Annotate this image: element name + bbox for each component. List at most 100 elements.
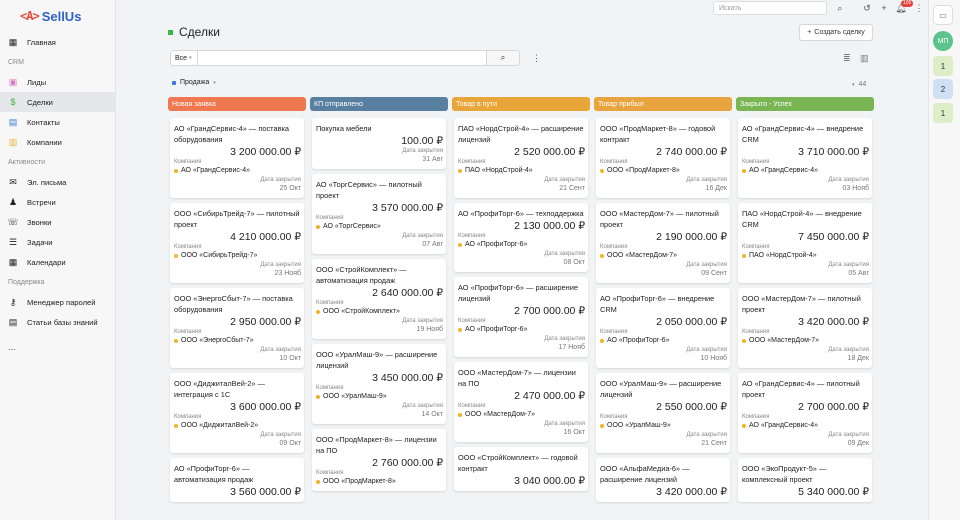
deal-company[interactable]: АО «ГрандСервис-4» [742, 166, 869, 176]
deal-company[interactable]: ООО «ДиджиталВей-2» [174, 421, 301, 431]
deal-card[interactable]: ООО «МастерДом-7» — лицензии на ПО 2 470 … [454, 362, 588, 442]
deal-company[interactable]: АО «ТоргСервис» [316, 222, 443, 232]
rail-counter-1[interactable]: 1 [933, 56, 953, 76]
deal-card[interactable]: АО «ГрандСервис-4» — внедрение CRM 3 710 … [738, 118, 872, 198]
deal-company[interactable]: ООО «УралМаш-9» [600, 421, 727, 431]
deal-company[interactable]: АО «ГрандСервис-4» [174, 166, 301, 176]
deal-card[interactable]: ООО «УралМаш-9» — расширение лицензий 2 5… [596, 373, 730, 453]
sidebar-item-leads[interactable]: ▣ Лиды [0, 72, 115, 92]
column-header[interactable]: КП отправлено [310, 97, 448, 111]
close-date-label: Дата закрытия [686, 347, 727, 353]
deal-card[interactable]: ПАО «НордСтрой-4» — расширение лицензий 2… [454, 118, 588, 198]
deal-card[interactable]: ООО «СтройКомплект» — годовой контракт 3 … [454, 447, 588, 491]
deal-card[interactable]: ООО «ДиджиталВей-2» — интеграция с 1С 3 6… [170, 373, 304, 453]
company-label: Компания [458, 159, 486, 165]
close-date-label: Дата закрытия [260, 432, 301, 438]
deal-card[interactable]: ООО «ЭкоПродукт-5» — комплексный проект 5… [738, 458, 872, 502]
close-date: 21 Сент [701, 440, 727, 447]
deal-card[interactable]: ООО «МастерДом-7» — пилотный проект 3 420… [738, 288, 872, 368]
company-name: ПАО «НордСтрой-4» [749, 252, 817, 259]
user-menu-icon[interactable]: ⋮ [913, 2, 925, 14]
filter-search-button[interactable]: ⌕ [486, 50, 520, 66]
deal-amount: 2 050 000.00 ₽ [656, 316, 727, 328]
bell-icon[interactable]: 🔔︎ 105 [895, 0, 914, 14]
deal-company[interactable]: ООО «ПродМаркет-8» [600, 166, 727, 176]
sidebar-more-button[interactable]: ... [0, 342, 115, 358]
deal-company[interactable]: АО «ПрофиТорг-6» [458, 240, 585, 250]
deal-card[interactable]: ООО «МастерДом-7» — пилотный проект 2 190… [596, 203, 730, 283]
sidebar-item-calendar[interactable]: ▦ Календари [0, 252, 115, 272]
deal-card[interactable]: АО «ПрофиТорг-6» — внедрение CRM 2 050 00… [596, 288, 730, 368]
avatar[interactable]: МП [933, 31, 953, 51]
more-options-icon[interactable]: ⋮ [532, 53, 541, 64]
column-header[interactable]: Товар прибыл [594, 97, 732, 111]
deal-company[interactable]: ООО «МастерДом-7» [458, 410, 585, 420]
pipeline-selector[interactable]: Продажа ▾ [172, 79, 216, 86]
deal-card[interactable]: ООО «ЭнергоСбыт-7» — поставка оборудован… [170, 288, 304, 368]
sidebar-item-companies[interactable]: ▥ Компании [0, 132, 115, 152]
deal-card[interactable]: АО «ТоргСервис» — пилотный проект 3 570 0… [312, 174, 446, 254]
deal-company[interactable]: АО «ПрофиТорг-6» [600, 336, 727, 346]
column-header[interactable]: Товар в пути [452, 97, 590, 111]
plus-icon[interactable]: + [878, 2, 890, 14]
deal-company[interactable]: ООО «ПродМаркет-8» [316, 477, 443, 487]
create-deal-button[interactable]: + Создать сделку [799, 24, 873, 41]
logo[interactable]: <A> SellUs [0, 0, 115, 32]
deal-card[interactable]: ООО «СтройКомплект» — автоматизация прод… [312, 259, 446, 339]
deal-card[interactable]: АО «ПрофиТорг-6» — автоматизация продаж 3… [170, 458, 304, 502]
sidebar-item-dollar[interactable]: $ Сделки [0, 92, 115, 112]
global-search-input[interactable]: Искать [713, 1, 827, 15]
deal-company[interactable]: АО «ПрофиТорг-6» [458, 325, 585, 335]
deal-company[interactable]: ООО «ЭнергоСбыт-7» [174, 336, 301, 346]
deal-company[interactable]: ООО «МастерДом-7» [600, 251, 727, 261]
company-label: Компания [458, 233, 486, 239]
deal-card[interactable]: АО «ГрандСервис-4» — поставка оборудован… [170, 118, 304, 198]
deal-card[interactable]: АО «ПрофиТорг-6» — расширение лицензий 2 … [454, 277, 588, 357]
deal-amount: 2 190 000.00 ₽ [656, 231, 727, 243]
filter-select[interactable]: Все ▾ [170, 50, 198, 66]
sidebar-item-label: Встречи [27, 197, 56, 207]
sidebar-item-key[interactable]: ⚷ Менеджер паролей [0, 292, 115, 312]
deal-company[interactable]: ПАО «НордСтрой-4» [742, 251, 869, 261]
sidebar-item-tasks[interactable]: ☰ Задачи [0, 232, 115, 252]
deal-card[interactable]: ООО «ПродМаркет-8» — годовой контракт 2 7… [596, 118, 730, 198]
deal-card[interactable]: ПАО «НордСтрой-4» — внедрение CRM 7 450 0… [738, 203, 872, 283]
deal-card[interactable]: Покупка мебели 100.00 ₽ Дата закрытия 31 Ав… [312, 118, 446, 169]
close-date: 23 Нояб [274, 270, 301, 277]
column-header[interactable]: Новая заявка [168, 97, 306, 111]
list-view-icon[interactable]: ≣ [843, 53, 851, 64]
sidebar-item-book[interactable]: ▤ Статьи базы знаний [0, 312, 115, 332]
company-dot [174, 169, 178, 173]
sidebar-item-meetings[interactable]: ♟ Встречи [0, 192, 115, 212]
deal-company[interactable]: ООО «СибирьТрейд-7» [174, 251, 301, 261]
deal-card[interactable]: ООО «УралМаш-9» — расширение лицензий 3 4… [312, 344, 446, 424]
deal-card[interactable]: АО «ПрофиТорг-6» — техподдержка 2 130 000… [454, 203, 588, 272]
deal-card[interactable]: ООО «АльфаМедиа-6» — расширение лицензий… [596, 458, 730, 502]
rail-counter-2[interactable]: 2 [933, 79, 953, 99]
kanban-board: Новая заявка АО «ГрандСервис-4» — поставк… [168, 97, 876, 520]
sidebar-item-label: Эл. письма [27, 177, 67, 187]
deal-company[interactable]: ООО «УралМаш-9» [316, 392, 443, 402]
sidebar-item-contacts[interactable]: ▤ Контакты [0, 112, 115, 132]
column-header[interactable]: Закрыто - Успех [736, 97, 874, 111]
deal-card[interactable]: ООО «СибирьТрейд-7» — пилотный проект 4 2… [170, 203, 304, 283]
close-date-label: Дата закрытия [686, 432, 727, 438]
company-dot [458, 328, 462, 332]
deal-company[interactable]: ПАО «НордСтрой-4» [458, 166, 585, 176]
chat-icon[interactable]: ▭ [933, 5, 953, 25]
search-icon[interactable]: ⌕ [834, 2, 846, 14]
deal-company[interactable]: ООО «СтройКомплект» [316, 307, 443, 317]
rail-counter-3[interactable]: 1 [933, 103, 953, 123]
filter-input[interactable] [197, 50, 487, 66]
deal-company[interactable]: ООО «МастерДом-7» [742, 336, 869, 346]
close-date: 14 Окт [421, 411, 443, 418]
deal-company[interactable]: АО «ГрандСервис-4» [742, 421, 869, 431]
sidebar-item-mail[interactable]: ✉ Эл. письма [0, 172, 115, 192]
deal-card[interactable]: АО «ГрандСервис-4» — пилотный проект 2 70… [738, 373, 872, 453]
sidebar-item-dashboard[interactable]: ▦ Главная [0, 32, 115, 52]
company-label: Компания [742, 414, 770, 420]
deal-card[interactable]: ООО «ПродМаркет-8» — лицензии на ПО 2 760… [312, 429, 446, 491]
kanban-view-icon[interactable]: ▥ [860, 53, 869, 64]
sidebar-item-phone[interactable]: ☏ Звонки [0, 212, 115, 232]
history-icon[interactable]: ↺ [861, 2, 873, 14]
